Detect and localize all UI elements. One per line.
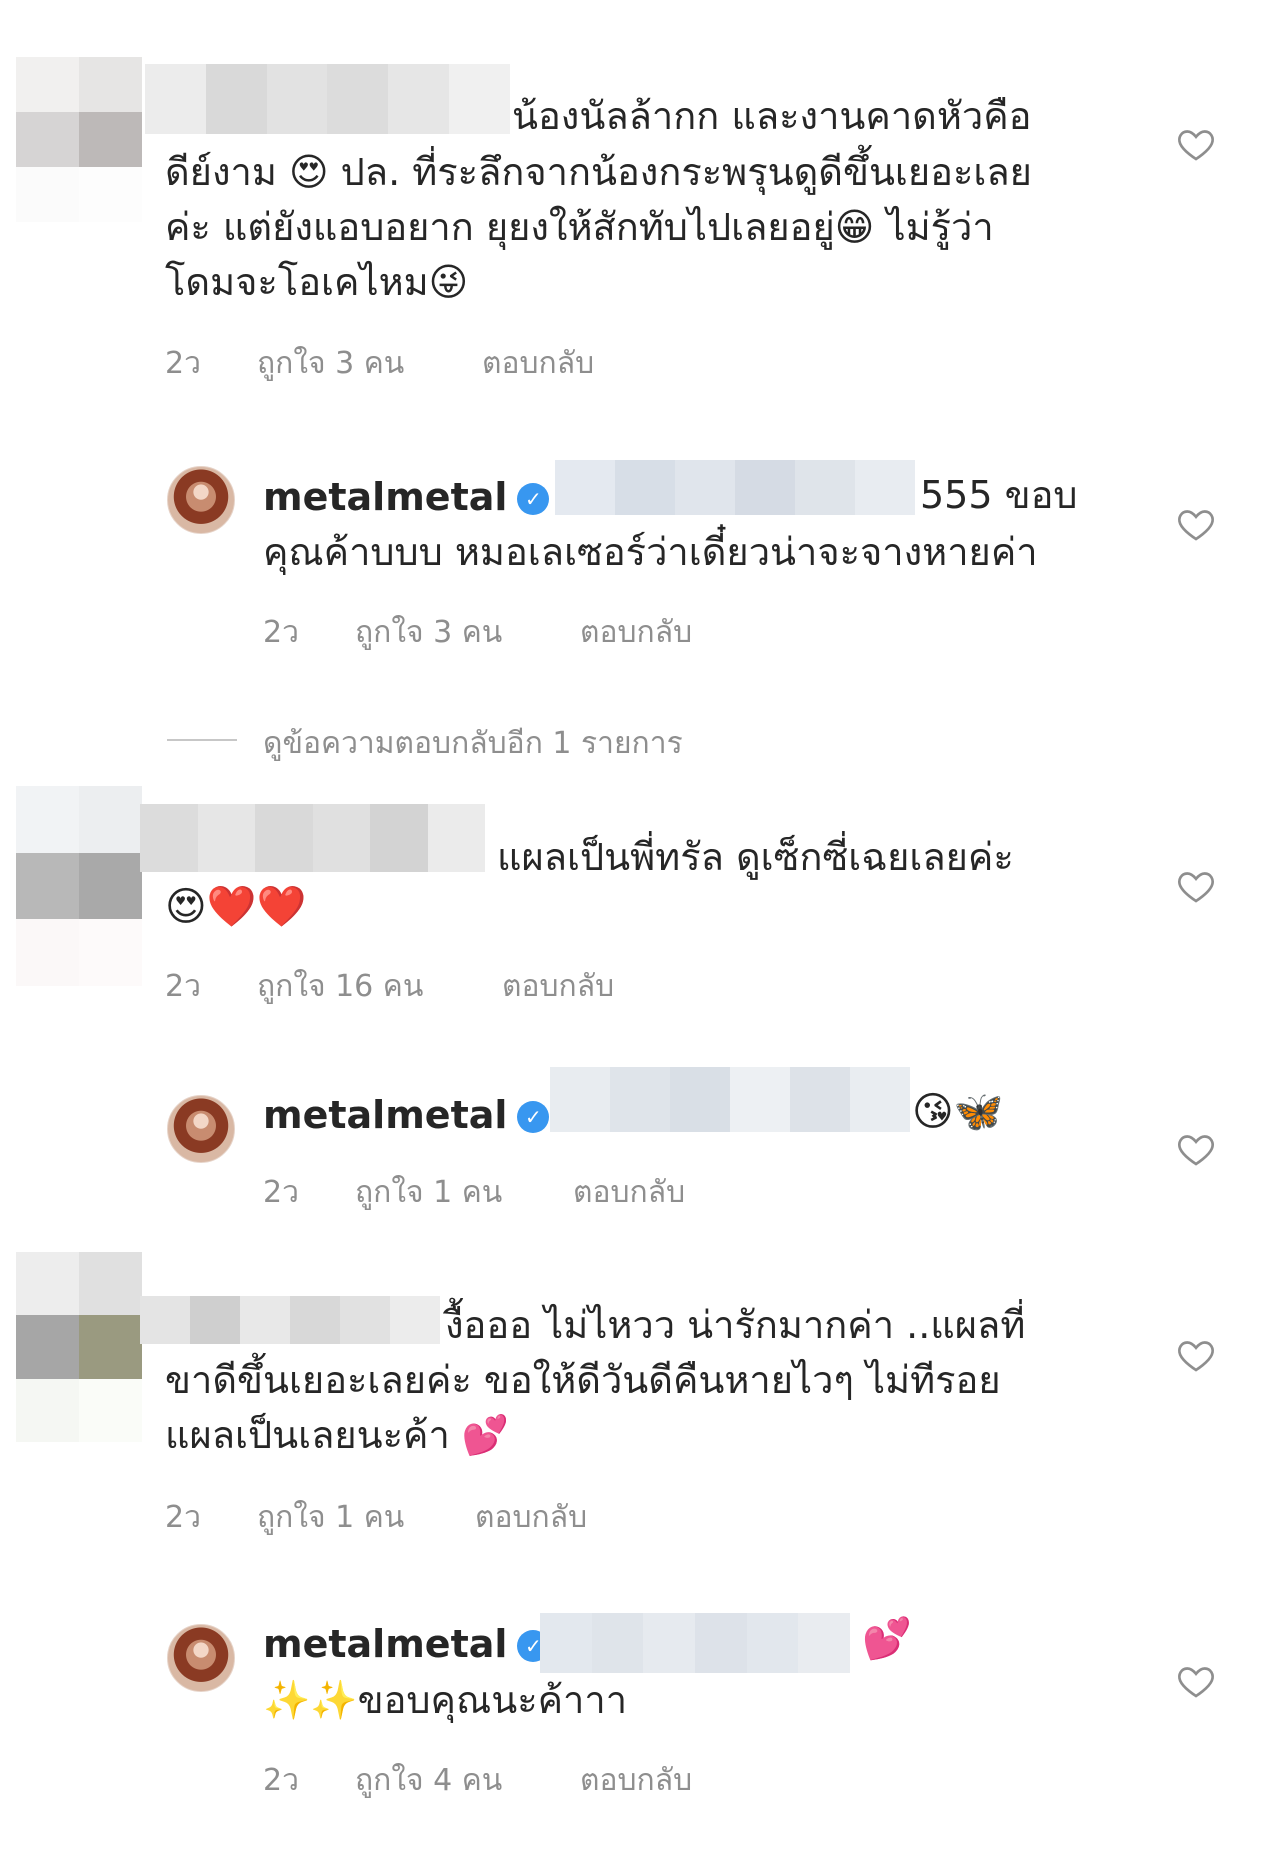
- blurred-avatar[interactable]: [16, 786, 142, 986]
- comment-text: โดมจะโอเคไหม😜: [165, 260, 469, 304]
- reply-button[interactable]: ตอบกลับ: [580, 609, 692, 656]
- comment-text: งื้อออ ไม่ไหวว น่ารักมากค่า ..แผลที่: [445, 1303, 1026, 1347]
- comment-text: ขาดีขึ้นเยอะเลยค่ะ ขอให้ดีวันดีคืนหายไวๆ…: [165, 1358, 1001, 1402]
- comment-time: 2ว: [165, 346, 201, 381]
- blurred-username[interactable]: [140, 1296, 440, 1344]
- username[interactable]: metalmetal: [263, 475, 507, 519]
- like-count[interactable]: ถูกใจ 3 คน: [355, 609, 580, 656]
- like-count[interactable]: ถูกใจ 1 คน: [257, 1494, 475, 1541]
- avatar[interactable]: [167, 1095, 235, 1163]
- view-more-replies[interactable]: ดูข้อความตอบกลับอีก 1 รายการ: [263, 720, 683, 767]
- reply-button[interactable]: ตอบกลับ: [502, 963, 614, 1010]
- comment-text: คุณค้าบบบ หมอเลเซอร์ว่าเดี๋ยวน่าจะจางหาย…: [263, 530, 1038, 574]
- heart-outline-icon[interactable]: [1176, 124, 1216, 164]
- comment-meta: 2ว ถูกใจ 3 คน ตอบกลับ: [263, 609, 692, 656]
- blurred-username[interactable]: [145, 64, 510, 134]
- like-count[interactable]: ถูกใจ 16 คน: [257, 963, 502, 1010]
- comment-meta: 2ว ถูกใจ 1 คน ตอบกลับ: [263, 1169, 685, 1216]
- comment-meta: 2ว ถูกใจ 1 คน ตอบกลับ: [165, 1494, 587, 1541]
- comment-text: 😍❤️❤️: [165, 884, 307, 930]
- avatar[interactable]: [167, 1624, 235, 1692]
- username[interactable]: metalmetal: [263, 1622, 507, 1666]
- comment-text: 💕: [862, 1616, 912, 1662]
- reply-header: metalmetal ✓: [263, 470, 550, 525]
- reply-button[interactable]: ตอบกลับ: [580, 1757, 692, 1804]
- reply-button[interactable]: ตอบกลับ: [573, 1169, 685, 1216]
- comment-time: 2ว: [263, 1763, 299, 1798]
- like-count[interactable]: ถูกใจ 4 คน: [355, 1757, 580, 1804]
- blurred-mention[interactable]: [550, 1067, 910, 1132]
- heart-outline-icon[interactable]: [1176, 1661, 1216, 1701]
- reply-button[interactable]: ตอบกลับ: [475, 1494, 587, 1541]
- blurred-avatar[interactable]: [16, 57, 142, 222]
- divider-line: [167, 739, 237, 741]
- comment-text: แผลเป็นเลยนะค้า 💕: [165, 1413, 510, 1457]
- comment-meta: 2ว ถูกใจ 16 คน ตอบกลับ: [165, 963, 614, 1010]
- comment-time: 2ว: [263, 1175, 299, 1210]
- verified-badge-icon: ✓: [517, 483, 550, 515]
- comment-time: 2ว: [165, 969, 201, 1004]
- heart-outline-icon[interactable]: [1176, 1129, 1216, 1169]
- comment-text: แผลเป็นพี่ทรัล ดูเซ็กซี่เฉยเลยค่ะ: [497, 835, 1014, 879]
- comment-text: 😘🦋: [912, 1089, 1004, 1135]
- heart-outline-icon[interactable]: [1176, 504, 1216, 544]
- blurred-mention[interactable]: [540, 1613, 850, 1673]
- comment-text: น้องนัลล้ากก และงานคาดหัวคือ: [512, 94, 1032, 138]
- comment-text: ดีย์งาม 😍 ปล. ที่ระลึกจากน้องกระพรุนดูดี…: [165, 150, 1032, 194]
- comment-text: 555 ขอบ: [920, 473, 1078, 517]
- blurred-avatar[interactable]: [16, 1252, 142, 1442]
- blurred-username[interactable]: [140, 804, 485, 872]
- comment-text: ค่ะ แต่ยังแอบอยาก ยุยงให้สักทับไปเลยอยู่…: [165, 205, 994, 249]
- username[interactable]: metalmetal: [263, 1093, 507, 1137]
- comment-time: 2ว: [165, 1500, 201, 1535]
- comment-text: ✨✨ขอบคุณนะค้าาา: [263, 1678, 628, 1722]
- comment-meta: 2ว ถูกใจ 3 คน ตอบกลับ: [165, 340, 594, 387]
- heart-outline-icon[interactable]: [1176, 1335, 1216, 1375]
- comment-time: 2ว: [263, 615, 299, 650]
- avatar[interactable]: [167, 466, 235, 534]
- reply-button[interactable]: ตอบกลับ: [482, 340, 594, 387]
- reply-header: metalmetal ✓: [263, 1617, 550, 1672]
- verified-badge-icon: ✓: [517, 1101, 550, 1133]
- like-count[interactable]: ถูกใจ 1 คน: [355, 1169, 573, 1216]
- heart-outline-icon[interactable]: [1176, 866, 1216, 906]
- comment-meta: 2ว ถูกใจ 4 คน ตอบกลับ: [263, 1757, 692, 1804]
- blurred-mention[interactable]: [555, 460, 915, 515]
- like-count[interactable]: ถูกใจ 3 คน: [257, 340, 482, 387]
- reply-header: metalmetal ✓: [263, 1088, 550, 1143]
